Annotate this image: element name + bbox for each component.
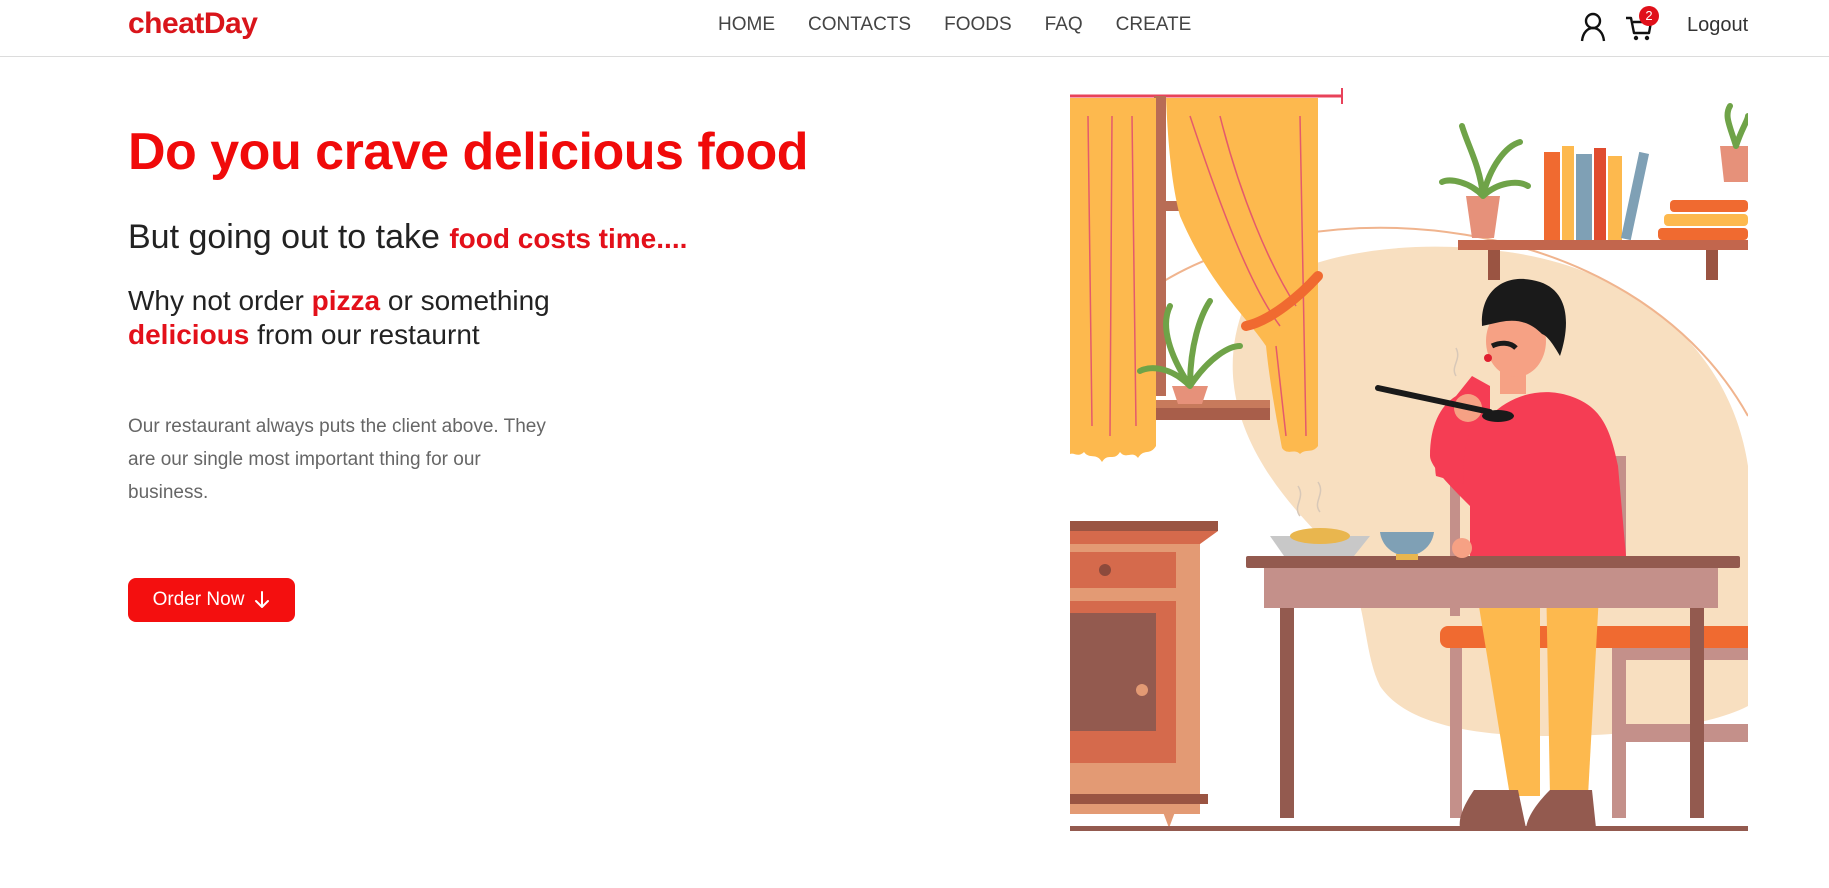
why-text-3: from our restaurnt: [249, 319, 480, 350]
main-nav: HOME CONTACTS FOODS FAQ CREATE: [718, 14, 1191, 36]
why-text-2: or something: [380, 285, 550, 316]
nav-link-foods[interactable]: FOODS: [944, 14, 1012, 36]
hero-why-line-1: Why not order pizza or something: [128, 284, 550, 318]
curtain-left: [1070, 98, 1156, 462]
hero-title: Do you crave delicious food: [128, 123, 808, 181]
nav-link-home[interactable]: HOME: [718, 14, 775, 36]
hero-why-line-2: delicious from our restaurnt: [128, 318, 550, 352]
order-now-button[interactable]: Order Now: [128, 578, 295, 622]
hero-subtitle-text: But going out to take: [128, 218, 450, 256]
nav-link-faq[interactable]: FAQ: [1045, 14, 1083, 36]
hero-subtitle-highlight: food costs time....: [449, 223, 688, 254]
hero-illustration: [1070, 88, 1748, 831]
nav-link-create[interactable]: CREATE: [1116, 14, 1192, 36]
user-icon[interactable]: [1580, 12, 1606, 42]
hero-description: Our restaurant always puts the client ab…: [128, 416, 546, 503]
nav-link-contacts[interactable]: CONTACTS: [808, 14, 911, 36]
why-highlight-pizza: pizza: [311, 285, 381, 316]
navbar: cheatDay HOME CONTACTS FOODS FAQ CREATE …: [0, 0, 1829, 57]
why-text-1: Why not order: [128, 285, 312, 316]
brand-logo[interactable]: cheatDay: [128, 7, 258, 41]
hero-why-text: Why not order pizza or something delicio…: [128, 284, 550, 352]
why-highlight-delicious: delicious: [128, 319, 250, 350]
cart-count-badge: 2: [1639, 6, 1659, 26]
order-now-label: Order Now: [152, 589, 245, 610]
logout-link[interactable]: Logout: [1687, 14, 1748, 37]
arrow-down-icon: [255, 591, 270, 608]
hero-subtitle: But going out to take food costs time...…: [128, 218, 687, 257]
